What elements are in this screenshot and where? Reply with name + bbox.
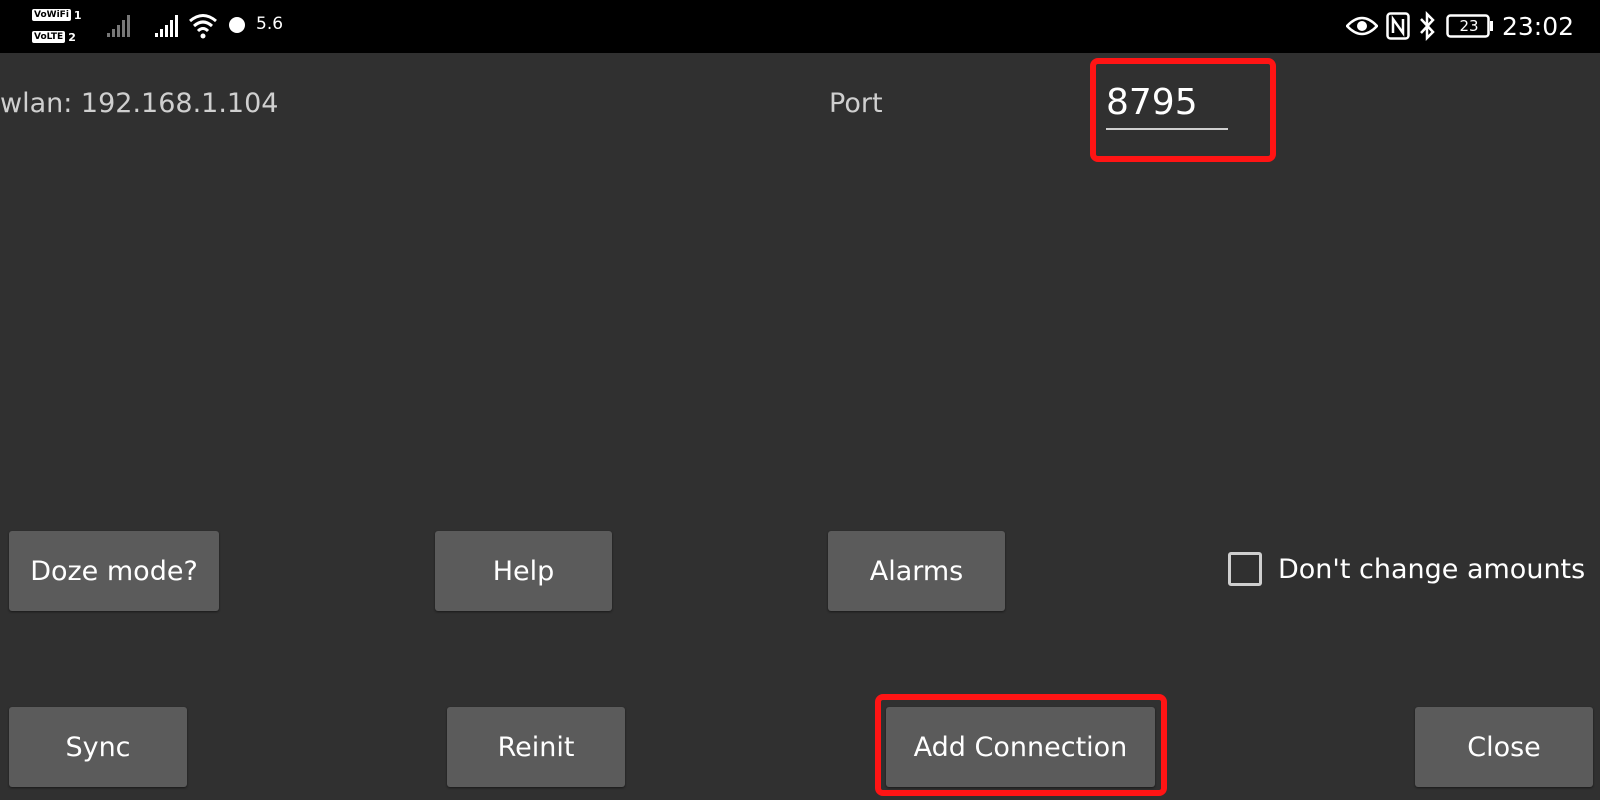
signal-icon <box>107 15 130 37</box>
notification-dot-icon <box>229 17 245 33</box>
checkbox-label: Don't change amounts <box>1278 553 1586 585</box>
wifi-icon <box>189 14 217 39</box>
alarms-button[interactable]: Alarms <box>828 531 1005 611</box>
checkbox-box[interactable] <box>1228 552 1262 586</box>
battery-level: 23 <box>1459 17 1479 35</box>
reinit-button[interactable]: Reinit <box>447 707 625 787</box>
status-bar: VoWiFi 1 VoLTE 2 5.6 23 23:02 <box>0 0 1600 53</box>
help-button[interactable]: Help <box>435 531 612 611</box>
sim2-number: 2 <box>68 30 76 44</box>
port-input[interactable] <box>1106 80 1228 130</box>
sim1-number: 1 <box>73 8 82 22</box>
bluetooth-icon <box>1420 11 1435 41</box>
wlan-address-label: wlan: 192.168.1.104 <box>0 88 279 119</box>
volte-badge: VoLTE <box>32 31 66 43</box>
vowifi-badge: VoWiFi <box>32 9 71 21</box>
sync-button[interactable]: Sync <box>9 707 187 787</box>
signal-icon <box>155 15 178 37</box>
nfc-icon <box>1386 12 1410 40</box>
clock: 23:02 <box>1502 12 1575 41</box>
sim1-indicator: VoWiFi 1 <box>32 4 84 26</box>
add-connection-button[interactable]: Add Connection <box>886 707 1155 787</box>
doze-mode-button[interactable]: Doze mode? <box>9 531 219 611</box>
eye-icon <box>1346 16 1378 36</box>
network-speed: 5.6 <box>256 14 284 34</box>
sim2-indicator: VoLTE 2 <box>32 26 84 48</box>
dont-change-amounts-checkbox[interactable]: Don't change amounts <box>1228 552 1585 586</box>
port-label: Port <box>829 88 883 119</box>
sim-indicators: VoWiFi 1 VoLTE 2 <box>32 4 84 50</box>
close-button[interactable]: Close <box>1415 707 1593 787</box>
app-screen: VoWiFi 1 VoLTE 2 5.6 23 23:02 wlan: 192.… <box>0 0 1600 800</box>
